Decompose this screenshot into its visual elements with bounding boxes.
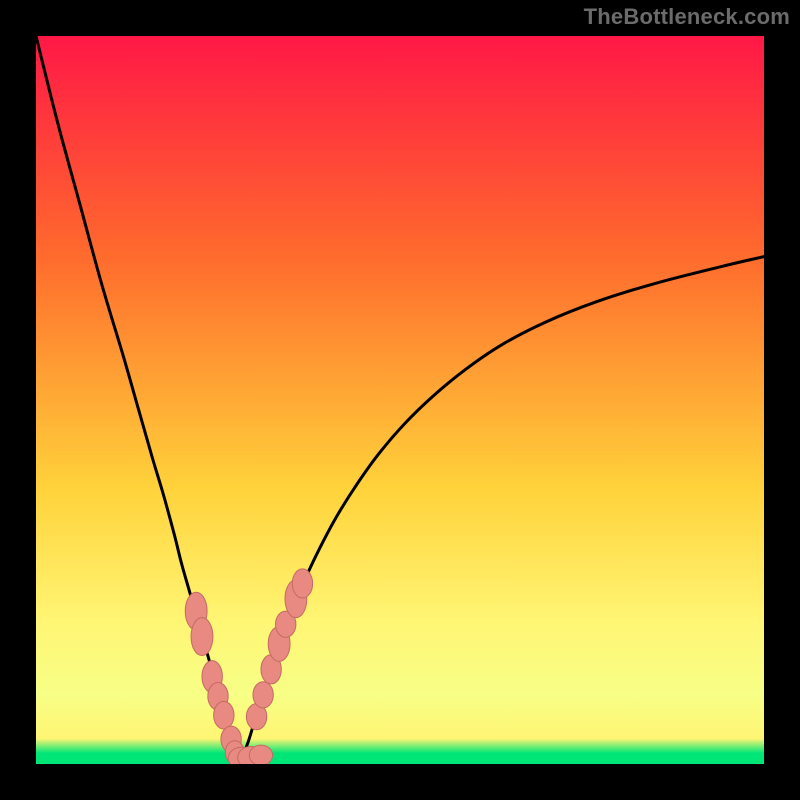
chart-svg [36,36,764,764]
plot-area [36,36,764,764]
chart-frame: TheBottleneck.com [0,0,800,800]
gradient-background [36,36,764,764]
data-dot [253,682,273,708]
watermark-text: TheBottleneck.com [584,4,790,30]
data-dot [292,569,312,598]
data-dot [214,701,234,729]
data-dot [191,618,213,656]
data-dot [249,745,272,764]
